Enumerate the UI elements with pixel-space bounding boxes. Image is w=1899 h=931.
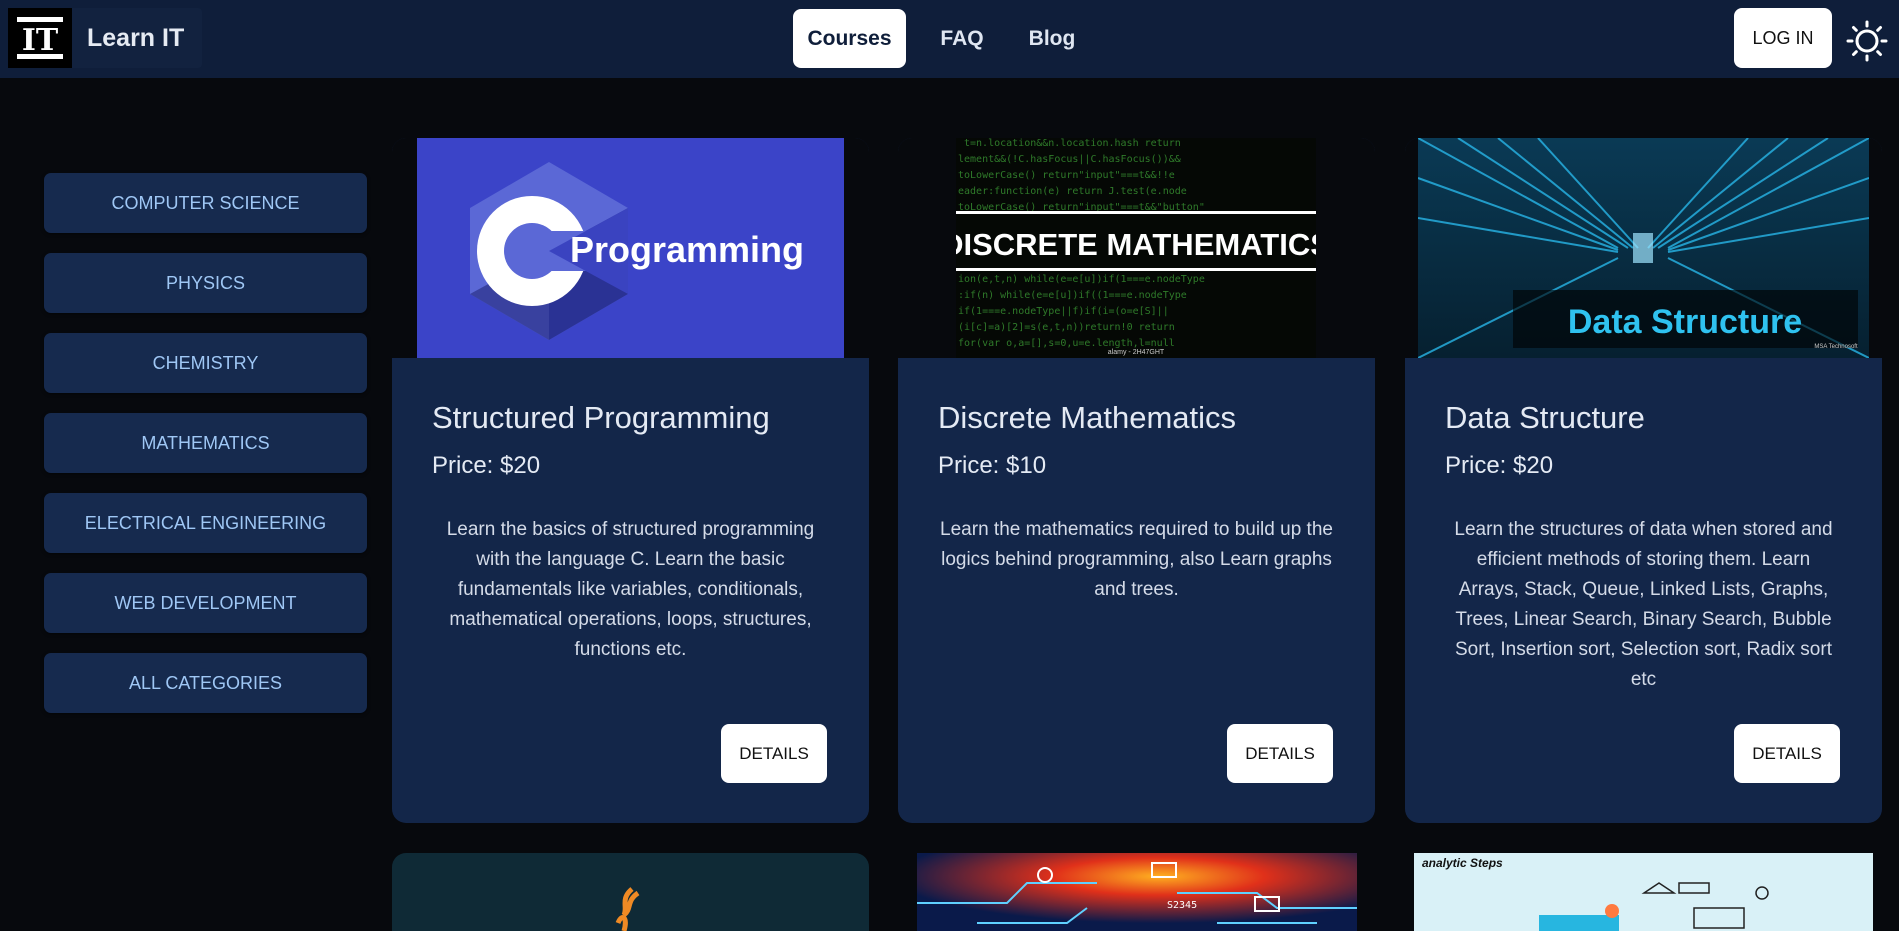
course-price: Price: $20	[432, 452, 541, 479]
navbar: IT Learn IT Courses FAQ Blog LOG IN	[0, 0, 1899, 78]
category-web-development-button[interactable]: WEB DEVELOPMENT	[44, 573, 367, 633]
course-card: t=n.location&&n.location.hash return lem…	[898, 138, 1375, 823]
course-card-partial	[392, 853, 869, 931]
course-card: Programming Structured Programming Price…	[392, 138, 869, 823]
svg-text:t=n.location&&n.location.hash: t=n.location&&n.location.hash return	[964, 138, 1181, 149]
logo-icon: IT	[8, 8, 72, 68]
login-button[interactable]: LOG IN	[1734, 8, 1832, 68]
image-text: Data Structure	[1568, 303, 1802, 341]
course-image-c-programming: Programming	[417, 138, 844, 358]
details-button[interactable]: DETAILS	[1227, 724, 1333, 783]
category-electrical-engineering-button[interactable]: ELECTRICAL ENGINEERING	[44, 493, 367, 553]
course-image-circuit: S2345	[917, 853, 1357, 931]
course-description: Learn the basics of structured programmi…	[446, 519, 815, 660]
details-button[interactable]: DETAILS	[721, 724, 827, 783]
svg-text:if(1===e.nodeType||f)if(i=(o=e: if(1===e.nodeType||f)if(i=(o=e[S]||	[958, 306, 1169, 317]
category-computer-science-button[interactable]: COMPUTER SCIENCE	[44, 173, 367, 233]
course-title: Data Structure	[1445, 400, 1645, 435]
category-mathematics-button[interactable]: MATHEMATICS	[44, 413, 367, 473]
circuit-text: S2345	[1167, 900, 1197, 911]
image-caption: alamy - 2H47GHT	[1108, 349, 1165, 356]
logo-text: IT	[22, 23, 59, 58]
image-text: Programming	[570, 229, 804, 270]
svg-text:toLowerCase() return"input"===: toLowerCase() return"input"===t&&!!e	[958, 170, 1175, 181]
category-chemistry-button[interactable]: CHEMISTRY	[44, 333, 367, 393]
image-text: DISCRETE MATHEMATICS	[956, 227, 1316, 262]
main-nav: Courses FAQ Blog	[793, 9, 1092, 68]
nav-faq-link[interactable]: FAQ	[912, 9, 1012, 68]
analytic-steps-logo: analytic Steps	[1422, 856, 1503, 870]
course-image-analytics: analytic Steps	[1414, 853, 1873, 931]
nav-blog-link[interactable]: Blog	[1012, 9, 1092, 68]
svg-text:ion(e,t,n) while(e=e[u])if(1==: ion(e,t,n) while(e=e[u])if(1===e.nodeTyp…	[958, 274, 1205, 285]
sun-icon[interactable]	[1845, 20, 1889, 62]
image-caption: MSA Technosoft	[1814, 344, 1858, 350]
category-sidebar: COMPUTER SCIENCE PHYSICS CHEMISTRY MATHE…	[44, 173, 367, 733]
course-card: Data Structure MSA Technosoft Data Struc…	[1405, 138, 1882, 823]
category-physics-button[interactable]: PHYSICS	[44, 253, 367, 313]
brand-name: Learn IT	[87, 23, 185, 52]
details-button[interactable]: DETAILS	[1734, 724, 1840, 783]
course-description: Learn the structures of data when stored…	[1454, 519, 1833, 690]
svg-text::if(n) while(e=e[u])if((1===e.: :if(n) while(e=e[u])if((1===e.nodeType	[958, 290, 1187, 301]
svg-text:for(var o,a=[],s=0,u=e.length,: for(var o,a=[],s=0,u=e.length,l=null	[958, 338, 1175, 349]
category-all-button[interactable]: ALL CATEGORIES	[44, 653, 367, 713]
course-title: Discrete Mathematics	[938, 400, 1237, 435]
course-description: Learn the mathematics required to build …	[940, 519, 1333, 600]
brand-home-link[interactable]: IT Learn IT	[8, 8, 202, 68]
course-image-data-structure: Data Structure MSA Technosoft	[1418, 138, 1869, 358]
svg-text:eader:function(e) return J.tes: eader:function(e) return J.test(e.node	[958, 186, 1187, 197]
course-price: Price: $10	[938, 452, 1047, 479]
svg-text:lement&&(!C.hasFocus||C.hasFoc: lement&&(!C.hasFocus||C.hasFocus())&&	[958, 154, 1181, 165]
nav-courses-link[interactable]: Courses	[793, 9, 906, 68]
course-price: Price: $20	[1445, 452, 1554, 479]
course-image-discrete-math: t=n.location&&n.location.hash return lem…	[956, 138, 1316, 358]
course-title: Structured Programming	[432, 400, 770, 435]
svg-text:(i[c]=a)[2]=s(e,t,n))return!0: (i[c]=a)[2]=s(e,t,n))return!0 return	[958, 322, 1175, 333]
java-icon	[615, 887, 640, 931]
